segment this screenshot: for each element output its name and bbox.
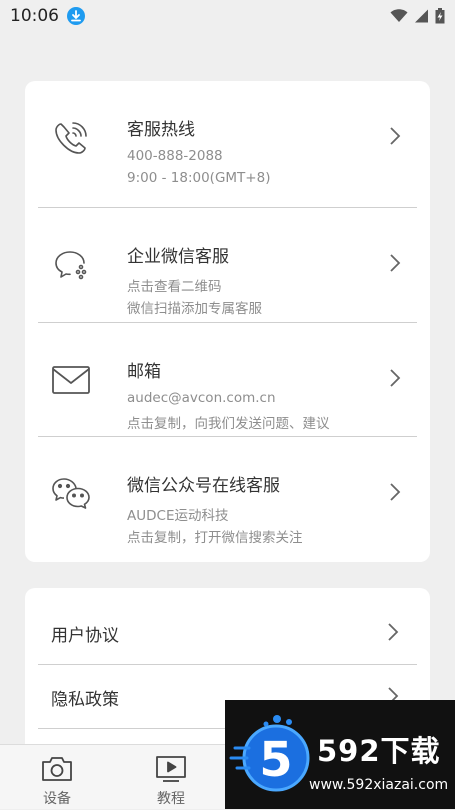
chat-bubble-icon bbox=[47, 208, 95, 322]
wecom-desc: 微信扫描添加专属客服 bbox=[127, 301, 262, 317]
hotline-hours: 9:00 - 18:00(GMT+8) bbox=[127, 170, 271, 186]
wechat-title: 微信公众号在线客服 bbox=[127, 476, 280, 496]
phone-icon bbox=[47, 81, 95, 195]
play-screen-icon bbox=[156, 756, 186, 782]
watermark-overlay: 5 592下载 www.592xiazai.com bbox=[225, 700, 455, 809]
wecom-hint: 点击查看二维码 bbox=[127, 279, 222, 295]
email-desc: 点击复制，向我们发送问题、建议 bbox=[127, 416, 330, 432]
status-bar: 10:06 bbox=[0, 0, 455, 32]
user-agreement-label: 用户协议 bbox=[51, 626, 119, 646]
wecom-title: 企业微信客服 bbox=[127, 247, 229, 267]
contact-card: 客服热线 400-888-2088 9:00 - 18:00(GMT+8) 企业… bbox=[25, 81, 430, 562]
wechat-row[interactable]: 微信公众号在线客服 AUDCE运动科技 点击复制，打开微信搜索关注 bbox=[25, 437, 430, 551]
tab-tutorial[interactable]: 教程 bbox=[114, 745, 228, 810]
wechat-desc: 点击复制，打开微信搜索关注 bbox=[127, 530, 303, 546]
chevron-right-icon bbox=[390, 483, 401, 501]
camera-icon bbox=[42, 757, 72, 781]
tab-device-label: 设备 bbox=[43, 791, 71, 807]
hotline-title: 客服热线 bbox=[127, 120, 195, 140]
mail-icon bbox=[47, 323, 95, 437]
email-title: 邮箱 bbox=[127, 362, 161, 382]
watermark-url: www.592xiazai.com bbox=[309, 777, 449, 793]
svg-text:5: 5 bbox=[259, 732, 292, 788]
chevron-right-icon bbox=[388, 623, 399, 641]
chevron-right-icon bbox=[390, 369, 401, 387]
wifi-icon bbox=[390, 9, 408, 22]
privacy-policy-label: 隐私政策 bbox=[51, 690, 119, 710]
chevron-right-icon bbox=[390, 254, 401, 272]
download-icon bbox=[67, 7, 85, 25]
wechat-account: AUDCE运动科技 bbox=[127, 508, 229, 524]
signal-icon bbox=[415, 9, 428, 23]
chevron-right-icon bbox=[390, 127, 401, 145]
email-address: audec@avcon.com.cn bbox=[127, 390, 276, 406]
email-row[interactable]: 邮箱 audec@avcon.com.cn 点击复制，向我们发送问题、建议 bbox=[25, 323, 430, 437]
wechat-icon bbox=[47, 437, 95, 551]
watermark-brand: 592下载 bbox=[317, 734, 441, 768]
status-time: 10:06 bbox=[10, 6, 59, 26]
wecom-row[interactable]: 企业微信客服 点击查看二维码 微信扫描添加专属客服 bbox=[25, 208, 430, 322]
tab-tutorial-label: 教程 bbox=[157, 791, 185, 807]
user-agreement-row[interactable]: 用户协议 bbox=[25, 600, 430, 664]
watermark-logo-icon: 5 bbox=[229, 715, 310, 792]
hotline-number: 400-888-2088 bbox=[127, 148, 223, 164]
battery-charging-icon bbox=[435, 8, 445, 24]
hotline-row[interactable]: 客服热线 400-888-2088 9:00 - 18:00(GMT+8) bbox=[25, 81, 430, 195]
tab-device[interactable]: 设备 bbox=[0, 745, 114, 810]
